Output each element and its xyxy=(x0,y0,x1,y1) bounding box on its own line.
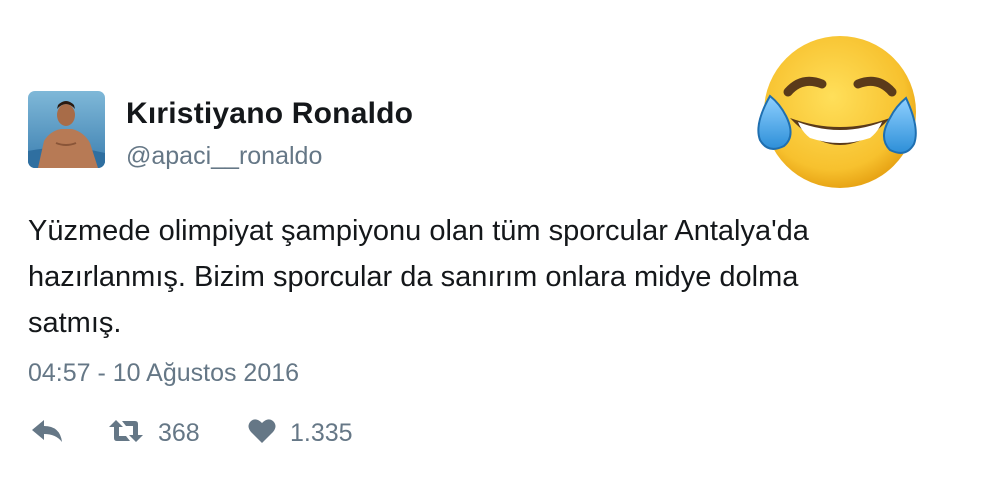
reply-button[interactable] xyxy=(30,415,64,451)
like-button[interactable]: 1.335 xyxy=(248,415,353,451)
like-count: 1.335 xyxy=(290,418,353,447)
handle[interactable]: @apaci__ronaldo xyxy=(126,142,322,171)
avatar[interactable] xyxy=(28,91,105,168)
tweet-text-line: satmış. xyxy=(28,307,122,339)
retweet-count: 368 xyxy=(158,418,200,447)
reply-icon xyxy=(30,418,64,449)
display-name[interactable]: Kıristiyano Ronaldo xyxy=(126,97,413,131)
laughing-emoji-icon xyxy=(752,32,920,190)
tweet-text: Yüzmede olimpiyat şampiyonu olan tüm spo… xyxy=(28,208,978,346)
timestamp[interactable]: 04:57 - 10 Ağustos 2016 xyxy=(28,359,299,388)
tweet-text-line: Yüzmede olimpiyat şampiyonu olan tüm spo… xyxy=(28,215,809,247)
tweet-text-line: hazırlanmış. Bizim sporcular da sanırım … xyxy=(28,261,799,293)
heart-icon xyxy=(248,418,276,449)
retweet-icon xyxy=(108,418,144,449)
retweet-button[interactable]: 368 xyxy=(108,415,200,451)
